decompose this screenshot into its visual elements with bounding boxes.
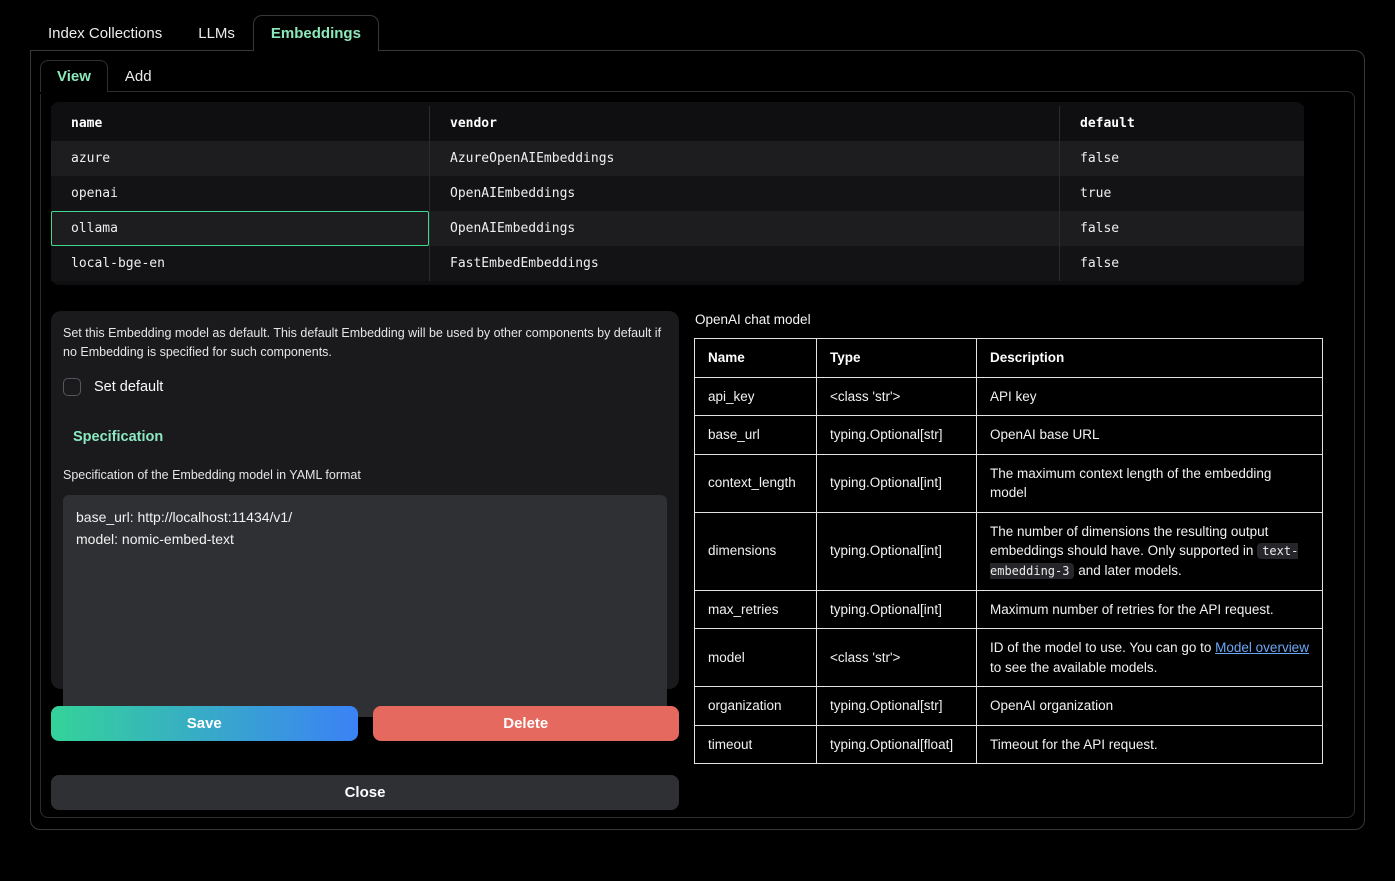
- app-window: Index CollectionsLLMsEmbeddings ViewAdd …: [0, 0, 1395, 881]
- param-name: base_url: [695, 416, 817, 455]
- set-default-checkbox[interactable]: [63, 378, 81, 396]
- description-text: to see the available models.: [990, 660, 1157, 675]
- param-type: typing.Optional[int]: [817, 454, 977, 512]
- table-row-ollama[interactable]: ollamaOpenAIEmbeddingsfalse: [51, 211, 1304, 246]
- detail-left-column: Set this Embedding model as default. Thi…: [51, 311, 679, 810]
- model-params-table: NameTypeDescription api_key<class 'str'>…: [694, 338, 1323, 764]
- embeddings-list-table: namevendordefault azureAzureOpenAIEmbedd…: [51, 102, 1304, 285]
- description-text: ID of the model to use. You can go to: [990, 640, 1215, 655]
- model-params-body: api_key<class 'str'>API keybase_urltypin…: [695, 377, 1323, 764]
- param-description: API key: [977, 377, 1323, 416]
- tab-llms[interactable]: LLMs: [180, 15, 253, 51]
- cell-name: azure: [51, 141, 429, 176]
- cell-name: ollama: [51, 211, 429, 246]
- param-description: Timeout for the API request.: [977, 725, 1323, 764]
- close-button[interactable]: Close: [51, 775, 679, 810]
- embeddings-table-header: namevendordefault: [51, 106, 1304, 141]
- param-description: ID of the model to use. You can go to Mo…: [977, 629, 1323, 687]
- table-row-openai[interactable]: openaiOpenAIEmbeddingstrue: [51, 176, 1304, 211]
- spec-column-type: Type: [817, 339, 977, 378]
- spec-row-api-key: api_key<class 'str'> API key: [695, 377, 1323, 416]
- cell-name: local-bge-en: [51, 246, 429, 281]
- description-text: Timeout for the API request.: [990, 737, 1158, 752]
- description-text: The maximum context length of the embedd…: [990, 466, 1271, 501]
- cell-vendor: OpenAIEmbeddings: [429, 176, 1059, 211]
- spec-column-description: Description: [977, 339, 1323, 378]
- column-header-default: default: [1059, 106, 1304, 141]
- param-type: typing.Optional[str]: [817, 416, 977, 455]
- set-default-description: Set this Embedding model as default. Thi…: [63, 324, 667, 363]
- view-add-tab-bar: ViewAdd: [40, 60, 1355, 92]
- description-text: OpenAI organization: [990, 698, 1113, 713]
- save-button[interactable]: Save: [51, 706, 358, 741]
- cell-default: false: [1059, 141, 1304, 176]
- cell-default: true: [1059, 176, 1304, 211]
- param-name: max_retries: [695, 590, 817, 629]
- param-type: <class 'str'>: [817, 629, 977, 687]
- set-default-row: Set default: [63, 378, 667, 396]
- top-tab-bar: Index CollectionsLLMsEmbeddings: [30, 15, 1365, 51]
- column-header-name: name: [51, 106, 429, 141]
- cell-vendor: FastEmbedEmbeddings: [429, 246, 1059, 281]
- param-type: typing.Optional[int]: [817, 512, 977, 590]
- yaml-spec-textarea[interactable]: base_url: http://localhost:11434/v1/ mod…: [63, 495, 667, 717]
- param-description: Maximum number of retries for the API re…: [977, 590, 1323, 629]
- cell-default: false: [1059, 211, 1304, 246]
- specification-subtitle: Specification of the Embedding model in …: [63, 468, 667, 482]
- spec-row-dimensions: dimensionstyping.Optional[int] The number…: [695, 512, 1323, 590]
- param-name: dimensions: [695, 512, 817, 590]
- tab-view[interactable]: View: [40, 60, 108, 92]
- cell-name: openai: [51, 176, 429, 211]
- set-default-label: Set default: [94, 379, 163, 395]
- cell-vendor: OpenAIEmbeddings: [429, 211, 1059, 246]
- description-text: The number of dimensions the resulting o…: [990, 524, 1268, 559]
- cell-default: false: [1059, 246, 1304, 281]
- description-text: OpenAI base URL: [990, 427, 1100, 442]
- spec-row-base-url: base_urltyping.Optional[str] OpenAI base …: [695, 416, 1323, 455]
- param-name: model: [695, 629, 817, 687]
- column-header-vendor: vendor: [429, 106, 1059, 141]
- spec-row-context-length: context_lengthtyping.Optional[int] The ma…: [695, 454, 1323, 512]
- table-row-local-bge-en[interactable]: local-bge-enFastEmbedEmbeddingsfalse: [51, 246, 1304, 281]
- param-type: typing.Optional[float]: [817, 725, 977, 764]
- embeddings-table-body: azureAzureOpenAIEmbeddingsfalseopenaiOpe…: [51, 141, 1304, 281]
- specification-heading: Specification: [73, 429, 667, 445]
- description-text: API key: [990, 389, 1037, 404]
- cell-vendor: AzureOpenAIEmbeddings: [429, 141, 1059, 176]
- embeddings-tab-panel: ViewAdd namevendordefault azureAzureOpen…: [30, 50, 1365, 830]
- param-description: The number of dimensions the resulting o…: [977, 512, 1323, 590]
- param-description: OpenAI organization: [977, 687, 1323, 726]
- tab-embeddings[interactable]: Embeddings: [253, 15, 379, 51]
- spec-row-timeout: timeouttyping.Optional[float] Timeout for…: [695, 725, 1323, 764]
- model-params-header-row: NameTypeDescription: [695, 339, 1323, 378]
- set-default-panel: Set this Embedding model as default. Thi…: [51, 311, 679, 689]
- spec-row-max-retries: max_retriestyping.Optional[int] Maximum n…: [695, 590, 1323, 629]
- detail-right-column: OpenAI chat model NameTypeDescription ap…: [694, 311, 1323, 810]
- tab-index-collections[interactable]: Index Collections: [30, 15, 180, 51]
- description-text: Maximum number of retries for the API re…: [990, 602, 1274, 617]
- param-description: OpenAI base URL: [977, 416, 1323, 455]
- tab-add[interactable]: Add: [108, 60, 169, 92]
- param-type: <class 'str'>: [817, 377, 977, 416]
- view-tab-panel: namevendordefault azureAzureOpenAIEmbedd…: [40, 91, 1355, 818]
- description-text: and later models.: [1074, 563, 1181, 578]
- param-type: typing.Optional[int]: [817, 590, 977, 629]
- param-type: typing.Optional[str]: [817, 687, 977, 726]
- param-name: timeout: [695, 725, 817, 764]
- table-row-azure[interactable]: azureAzureOpenAIEmbeddingsfalse: [51, 141, 1304, 176]
- spec-table-title: OpenAI chat model: [695, 312, 1323, 327]
- param-name: organization: [695, 687, 817, 726]
- spec-column-name: Name: [695, 339, 817, 378]
- param-name: context_length: [695, 454, 817, 512]
- spec-row-model: model<class 'str'>ID of the model to use…: [695, 629, 1323, 687]
- spec-row-organization: organizationtyping.Optional[str] OpenAI o…: [695, 687, 1323, 726]
- model-overview-link[interactable]: Model overview: [1215, 640, 1309, 655]
- param-description: The maximum context length of the embedd…: [977, 454, 1323, 512]
- delete-button[interactable]: Delete: [373, 706, 680, 741]
- param-name: api_key: [695, 377, 817, 416]
